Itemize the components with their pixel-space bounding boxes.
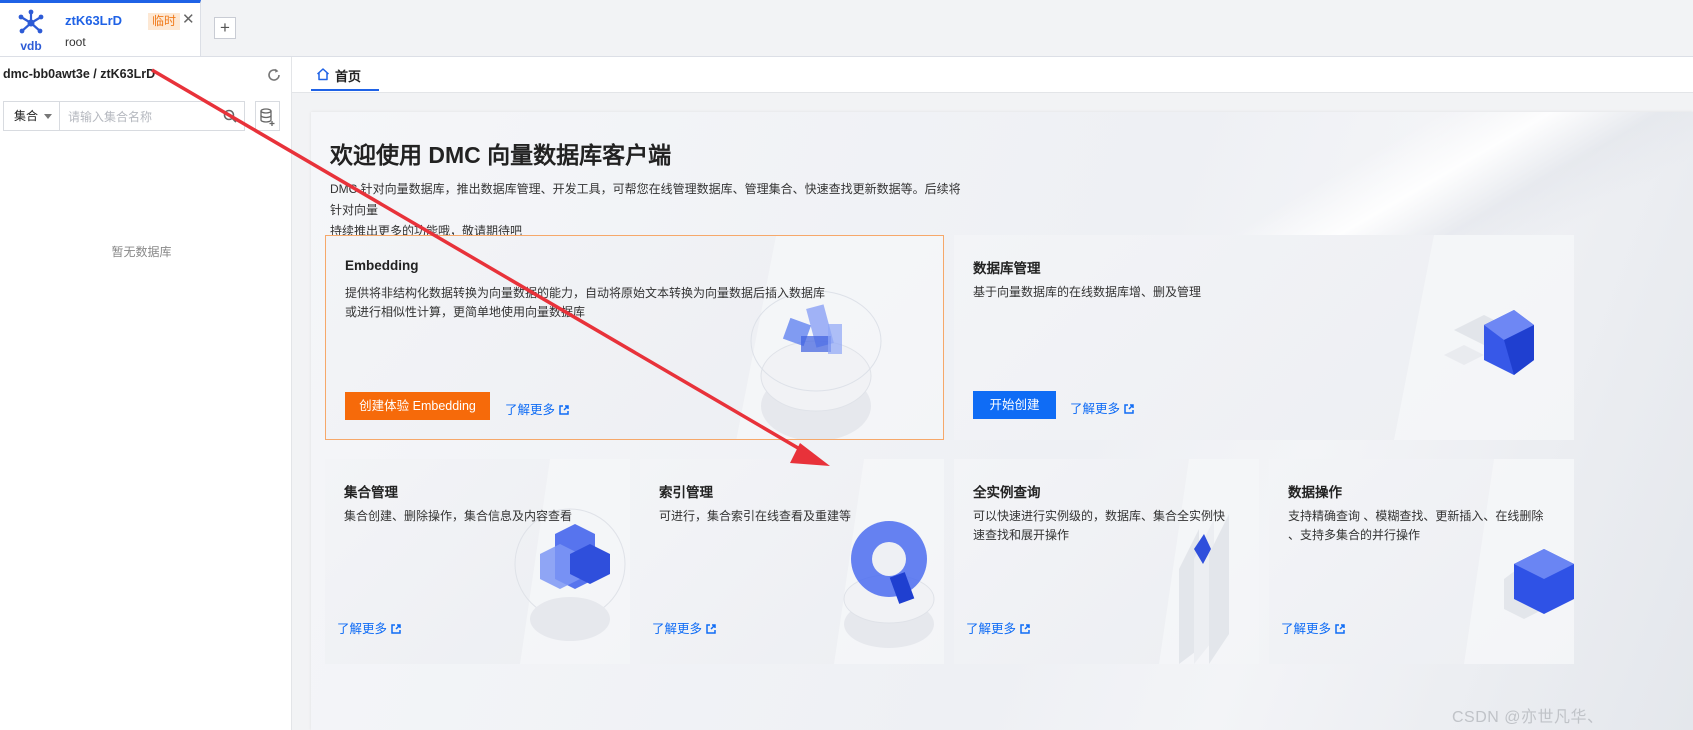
- card-desc-line-1: 基于向量数据库的在线数据库增、删及管理: [973, 285, 1202, 299]
- connection-name: ztK63LrD: [65, 13, 123, 28]
- vdb-logo: vdb: [16, 9, 46, 53]
- tab-home-label: 首页: [335, 69, 362, 84]
- card-description: 集合创建、删除操作，集合信息及内容查看: [344, 507, 572, 526]
- database-illustration: [1394, 235, 1574, 440]
- database-management-card: 数据库管理 基于向量数据库的在线数据库增、删及管理 开始创建 了解更多: [954, 235, 1574, 440]
- connection-tab-bar: vdb ztK63LrD root 临时 ✕ +: [0, 0, 1693, 57]
- external-link-icon: [706, 624, 716, 634]
- card-title: 集合管理: [344, 485, 398, 500]
- learn-more-label: 了解更多: [966, 622, 1017, 636]
- type-select[interactable]: 集合: [4, 102, 60, 130]
- temporary-badge: 临时: [148, 13, 181, 30]
- data-operations-card: 数据操作 支持精确查询 、模糊查找、更新插入、在线删除 、支持多集合的并行操作 …: [1269, 459, 1574, 664]
- close-icon[interactable]: ✕: [182, 10, 195, 28]
- learn-more-link[interactable]: 了解更多: [337, 618, 401, 637]
- add-connection-button[interactable]: +: [214, 17, 236, 39]
- vdb-logo-icon: [18, 9, 44, 34]
- card-title: 索引管理: [659, 485, 713, 500]
- index-management-card: 索引管理 可进行，集合索引在线查看及重建等 了解更多: [640, 459, 944, 664]
- index-illustration: [834, 459, 944, 664]
- card-desc-line-2: 、支持多集合的并行操作: [1288, 528, 1421, 542]
- type-select-value: 集合: [14, 109, 39, 123]
- card-title: 全实例查询: [973, 485, 1041, 500]
- start-create-button[interactable]: 开始创建: [973, 391, 1056, 419]
- card-desc-line-2: 或进行相似性计算，更简单地使用向量数据库: [345, 305, 586, 319]
- card-title: Embedding: [345, 258, 419, 273]
- learn-more-link[interactable]: 了解更多: [1281, 618, 1345, 637]
- instance-illustration: [1159, 459, 1259, 664]
- main-area: 首页 欢迎使用 DMC 向量数据库客户端 DMC 针对向量数据库，推出数据库管理…: [292, 57, 1693, 730]
- card-desc-line-1: 提供将非结构化数据转换为向量数据的能力，自动将原始文本转换为向量数据后插入数据库: [345, 286, 826, 300]
- external-link-icon: [559, 405, 569, 415]
- learn-more-link[interactable]: 了解更多: [505, 399, 569, 418]
- plus-icon: +: [220, 18, 230, 37]
- card-desc-line-1: 支持精确查询 、模糊查找、更新插入、在线删除: [1288, 509, 1544, 523]
- external-link-icon: [391, 624, 401, 634]
- learn-more-label: 了解更多: [505, 403, 556, 417]
- external-link-icon: [1124, 404, 1134, 414]
- instance-query-card: 全实例查询 可以快速进行实例级的，数据库、集合全实例快 速查找和展开操作 了解更…: [954, 459, 1259, 664]
- collection-illustration: [514, 459, 630, 664]
- add-database-icon: [260, 108, 275, 126]
- search-input[interactable]: [66, 103, 220, 131]
- card-title: 数据操作: [1288, 485, 1342, 500]
- collection-management-card: 集合管理 集合创建、删除操作，集合信息及内容查看 了解更多: [325, 459, 630, 664]
- card-desc-line-2: 速查找和展开操作: [973, 528, 1070, 542]
- card-title: 数据库管理: [973, 261, 1041, 276]
- data-operations-illustration: [1464, 459, 1574, 664]
- learn-more-label: 了解更多: [1070, 402, 1121, 416]
- learn-more-label: 了解更多: [1281, 622, 1332, 636]
- nav-tabs: 首页: [292, 57, 1693, 93]
- home-panel: 欢迎使用 DMC 向量数据库客户端 DMC 针对向量数据库，推出数据库管理、开发…: [311, 112, 1693, 730]
- learn-more-label: 了解更多: [652, 622, 703, 636]
- embedding-illustration: [736, 236, 943, 439]
- breadcrumb: dmc-bb0awt3e / ztK63LrD: [3, 67, 156, 81]
- external-link-icon: [1020, 624, 1030, 634]
- card-description: 可进行，集合索引在线查看及重建等: [659, 507, 851, 526]
- home-icon: [316, 68, 330, 81]
- tab-home[interactable]: 首页: [311, 57, 379, 91]
- card-desc-line-1: 可进行，集合索引在线查看及重建等: [659, 509, 852, 523]
- search-icon[interactable]: [223, 109, 237, 123]
- caret-down-icon: [44, 114, 52, 119]
- empty-database-text: 暂无数据库: [111, 245, 172, 259]
- learn-more-link[interactable]: 了解更多: [966, 618, 1030, 637]
- welcome-title: 欢迎使用 DMC 向量数据库客户端: [330, 142, 672, 168]
- welcome-description: DMC 针对向量数据库，推出数据库管理、开发工具，可帮您在线管理数据库、管理集合…: [330, 179, 970, 242]
- create-embedding-button[interactable]: 创建体验 Embedding: [345, 392, 490, 420]
- card-description: 支持精确查询 、模糊查找、更新插入、在线删除 、支持多集合的并行操作: [1288, 507, 1543, 545]
- collection-search-box: 集合: [3, 101, 245, 131]
- refresh-icon[interactable]: [266, 67, 282, 83]
- connection-tab[interactable]: vdb ztK63LrD root 临时 ✕: [0, 0, 201, 56]
- welcome-desc-line-1: DMC 针对向量数据库，推出数据库管理、开发工具，可帮您在线管理数据库、管理集合…: [330, 182, 961, 217]
- add-database-button[interactable]: [255, 101, 280, 131]
- watermark: CSDN @亦世凡华、: [1452, 709, 1604, 726]
- learn-more-link[interactable]: 了解更多: [1070, 398, 1134, 417]
- card-desc-line-1: 集合创建、删除操作，集合信息及内容查看: [344, 509, 573, 523]
- card-description: 可以快速进行实例级的，数据库、集合全实例快 速查找和展开操作: [973, 507, 1225, 545]
- connection-user: root: [65, 35, 86, 49]
- external-link-icon: [1335, 624, 1345, 634]
- card-desc-line-1: 可以快速进行实例级的，数据库、集合全实例快: [973, 509, 1226, 523]
- learn-more-link[interactable]: 了解更多: [652, 618, 716, 637]
- logo-text: vdb: [20, 39, 42, 53]
- card-description: 基于向量数据库的在线数据库增、删及管理: [973, 283, 1201, 302]
- embedding-card: Embedding 提供将非结构化数据转换为向量数据的能力，自动将原始文本转换为…: [325, 235, 944, 440]
- sidebar: dmc-bb0awt3e / ztK63LrD 集合 暂无数据库: [0, 57, 292, 730]
- learn-more-label: 了解更多: [337, 622, 388, 636]
- card-description: 提供将非结构化数据转换为向量数据的能力，自动将原始文本转换为向量数据后插入数据库…: [345, 284, 825, 322]
